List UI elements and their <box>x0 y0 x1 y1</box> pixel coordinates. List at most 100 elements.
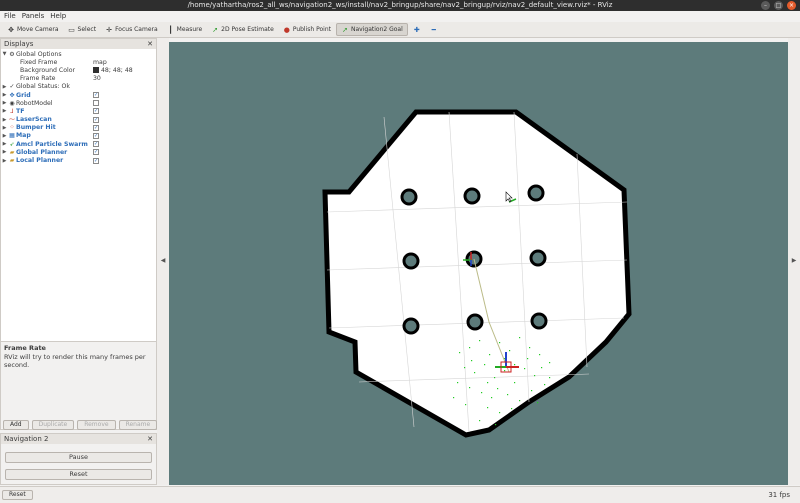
pause-button[interactable]: Pause <box>5 452 152 463</box>
tf-icon: ⅃ <box>10 107 14 115</box>
close-icon[interactable]: × <box>787 1 796 10</box>
display-amcl-particle-swarm[interactable]: ▶ ➶ Amcl Particle Swarm ✓ <box>1 140 156 148</box>
laser-icon: ⁓ <box>9 116 15 124</box>
background-color-row[interactable]: Background Color 48; 48; 48 <box>1 66 156 74</box>
points-icon: ⁘ <box>9 124 15 132</box>
menu-file[interactable]: File <box>4 11 16 22</box>
minus-icon: ━ <box>431 25 436 34</box>
robot-icon: ◉ <box>9 99 15 107</box>
displays-tree[interactable]: ▼ ⚙ Global Options Fixed Frame map Backgrou… <box>1 49 156 342</box>
checkbox[interactable]: ✓ <box>93 92 99 99</box>
move-camera-tool[interactable]: ✥ Move Camera <box>3 23 63 36</box>
display-tf[interactable]: ▶ ⅃ TF ✓ <box>1 107 156 115</box>
display-laserscan[interactable]: ▶ ⁓ LaserScan ✓ <box>1 116 156 124</box>
display-grid[interactable]: ▶ ✥ Grid ✓ <box>1 91 156 99</box>
folder-icon: ▰ <box>9 148 15 156</box>
checkbox[interactable]: ✓ <box>93 141 99 148</box>
display-global-planner[interactable]: ▶ ▰ Global Planner ✓ <box>1 148 156 156</box>
nav2-reset-button[interactable]: Reset <box>5 469 152 480</box>
collapsed-icon[interactable]: ▶ <box>1 158 8 164</box>
panel-button-row: Add Duplicate Remove Rename <box>3 420 158 430</box>
left-splitter[interactable]: ◀ <box>157 38 169 485</box>
display-local-planner[interactable]: ▶ ▰ Local Planner ✓ <box>1 156 156 164</box>
duplicate-button[interactable]: Duplicate <box>31 420 75 430</box>
help-description: RViz will try to render this many frames… <box>4 353 146 369</box>
collapsed-icon[interactable]: ▶ <box>1 117 8 123</box>
collapsed-icon[interactable]: ▶ <box>1 125 8 131</box>
fps-readout: 31 fps <box>768 491 790 499</box>
fixed-frame-row[interactable]: Fixed Frame map <box>1 58 156 66</box>
collapsed-icon[interactable]: ▶ <box>1 108 8 114</box>
displays-header: Displays ✕ <box>1 39 156 49</box>
plus-icon: ✚ <box>413 25 420 34</box>
pose-estimate-tool[interactable]: ➚ 2D Pose Estimate <box>207 23 278 36</box>
collapsed-icon[interactable]: ▶ <box>1 100 8 106</box>
toolbar: ✥ Move Camera ▭ Select ✛ Focus Camera ┃ Meas… <box>0 22 800 38</box>
right-splitter[interactable]: ▶ <box>788 38 800 485</box>
checkbox[interactable]: ✓ <box>93 108 99 115</box>
close-panel-icon[interactable]: ✕ <box>147 435 153 443</box>
menu-bar: File Panels Help <box>0 11 800 22</box>
select-tool[interactable]: ▭ Select <box>64 23 101 36</box>
collapsed-icon[interactable]: ▶ <box>1 141 8 147</box>
pose-array-icon: ➶ <box>9 140 15 148</box>
display-robot-model[interactable]: ▶ ◉ RobotModel <box>1 99 156 107</box>
folder-icon: ▰ <box>9 157 15 165</box>
grid-icon: ✥ <box>9 91 15 99</box>
navigation2-panel: Navigation 2 ✕ Pause Reset <box>0 433 157 485</box>
fixed-frame-value[interactable]: map <box>93 59 107 66</box>
frame-rate-row[interactable]: Frame Rate 30 <box>1 75 156 83</box>
color-swatch <box>93 67 99 74</box>
navigation2-goal-tool[interactable]: ➚ Navigation2 Goal <box>336 23 408 36</box>
collapse-right-icon[interactable]: ▶ <box>788 257 800 264</box>
navigation2-header: Navigation 2 ✕ <box>1 434 156 444</box>
minimize-icon[interactable]: – <box>761 1 770 10</box>
background-color-value[interactable]: 48; 48; 48 <box>93 67 133 74</box>
menu-panels[interactable]: Panels <box>22 11 45 22</box>
focus-icon: ✛ <box>106 25 112 34</box>
collapsed-icon[interactable]: ▶ <box>1 92 8 98</box>
display-bumper-hit[interactable]: ▶ ⁘ Bumper Hit ✓ <box>1 124 156 132</box>
display-map[interactable]: ▶ ▦ Map ✓ <box>1 132 156 140</box>
rename-button[interactable]: Rename <box>118 420 158 430</box>
frame-rate-value[interactable]: 30 <box>93 75 101 82</box>
select-icon: ▭ <box>68 25 75 34</box>
remove-tool-button[interactable]: ━ <box>426 23 442 36</box>
checkbox[interactable]: ✓ <box>93 157 99 164</box>
pose-arrow-icon: ➚ <box>212 25 219 34</box>
add-button[interactable]: Add <box>3 420 29 430</box>
focus-camera-tool[interactable]: ✛ Focus Camera <box>101 23 162 36</box>
remove-button[interactable]: Remove <box>77 420 116 430</box>
checkbox[interactable]: ✓ <box>93 149 99 156</box>
map-canvas <box>322 109 632 438</box>
close-panel-icon[interactable]: ✕ <box>147 40 153 48</box>
check-icon: ✓ <box>9 83 15 91</box>
checkbox[interactable] <box>93 100 99 107</box>
displays-title: Displays <box>4 40 34 48</box>
checkbox[interactable]: ✓ <box>93 132 99 139</box>
checkbox[interactable]: ✓ <box>93 124 99 131</box>
checkbox[interactable]: ✓ <box>93 116 99 123</box>
render-view[interactable] <box>169 42 800 485</box>
window-title: /home/yathartha/ros2_all_ws/navigation2_… <box>187 1 613 9</box>
publish-point-tool[interactable]: ● Publish Point <box>279 23 335 36</box>
global-options-row[interactable]: ▼ ⚙ Global Options <box>1 50 156 58</box>
map-icon: ▦ <box>9 132 15 140</box>
pin-icon: ● <box>283 25 290 34</box>
collapsed-icon[interactable]: ▶ <box>1 133 8 139</box>
collapsed-icon[interactable]: ▶ <box>1 84 8 90</box>
collapse-left-icon[interactable]: ◀ <box>157 257 169 264</box>
global-status-row[interactable]: ▶ ✓ Global Status: Ok <box>1 83 156 91</box>
menu-help[interactable]: Help <box>50 11 66 22</box>
help-title: Frame Rate <box>4 344 46 352</box>
maximize-icon[interactable]: □ <box>774 1 783 10</box>
collapsed-icon[interactable]: ▶ <box>1 149 8 155</box>
add-tool-button[interactable]: ✚ <box>409 23 425 36</box>
gear-icon: ⚙ <box>9 50 15 58</box>
goal-arrow-icon: ➚ <box>342 25 348 34</box>
expanded-icon[interactable]: ▼ <box>1 51 8 57</box>
status-reset-button[interactable]: Reset <box>2 490 33 500</box>
title-bar: /home/yathartha/ros2_all_ws/navigation2_… <box>0 0 800 11</box>
measure-tool[interactable]: ┃ Measure <box>163 23 207 36</box>
displays-panel: Displays ✕ ▼ ⚙ Global Options Fixed Frame m… <box>0 38 158 430</box>
